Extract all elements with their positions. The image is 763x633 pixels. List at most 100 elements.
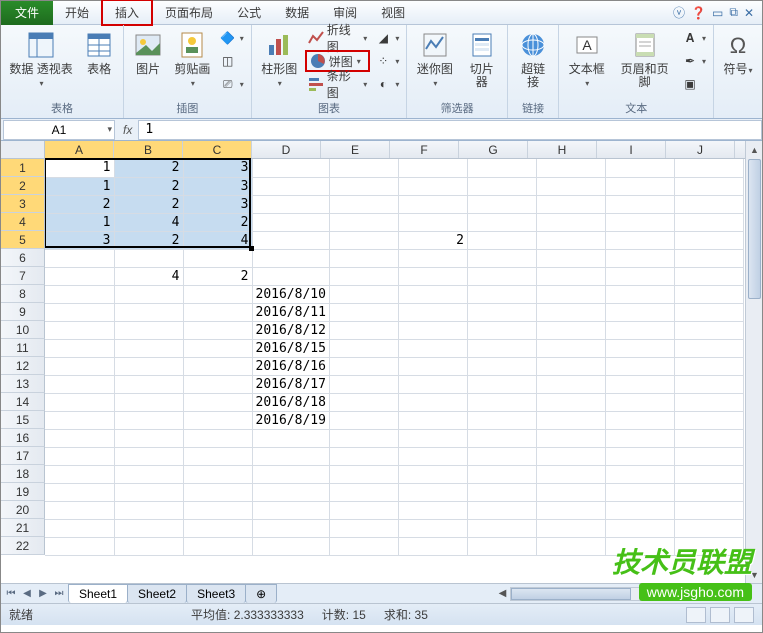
cell-I7[interactable] <box>605 267 674 285</box>
cell-I16[interactable] <box>605 429 674 447</box>
cell-I1[interactable] <box>605 159 674 177</box>
cell-B8[interactable] <box>114 285 183 303</box>
cell-I5[interactable] <box>605 231 674 249</box>
cell-B6[interactable] <box>114 249 183 267</box>
cell-H8[interactable] <box>536 285 605 303</box>
cell-H6[interactable] <box>536 249 605 267</box>
sheet-tab-2[interactable]: Sheet2 <box>127 584 187 603</box>
cell-G1[interactable] <box>467 159 536 177</box>
other-chart-button[interactable]: ◐▾ <box>372 73 402 95</box>
cell-A10[interactable] <box>45 321 114 339</box>
pivot-table-button[interactable]: 数据 透视表▾ <box>5 27 77 92</box>
cell-I3[interactable] <box>605 195 674 213</box>
minimize-ribbon-icon[interactable]: ⓥ <box>673 4 685 21</box>
tab-prev-icon[interactable]: ◀ <box>19 588 35 599</box>
scroll-up-icon[interactable]: ▲ <box>746 141 763 158</box>
cell-D20[interactable] <box>252 501 329 519</box>
cell-H12[interactable] <box>536 357 605 375</box>
cell-D16[interactable] <box>252 429 329 447</box>
col-header-G[interactable]: G <box>459 141 528 158</box>
cell-G7[interactable] <box>467 267 536 285</box>
cell-F1[interactable] <box>398 159 467 177</box>
cell-I14[interactable] <box>605 393 674 411</box>
cell-C14[interactable] <box>183 393 252 411</box>
cell-I13[interactable] <box>605 375 674 393</box>
cell-J18[interactable] <box>674 465 743 483</box>
cell-A6[interactable] <box>45 249 114 267</box>
cell-I20[interactable] <box>605 501 674 519</box>
view-layout-button[interactable] <box>710 607 730 623</box>
cell-D17[interactable] <box>252 447 329 465</box>
row-header-5[interactable]: 5 <box>1 231 45 249</box>
cell-D9[interactable]: 2016/8/11 <box>252 303 329 321</box>
cell-F14[interactable] <box>398 393 467 411</box>
hscroll-thumb[interactable] <box>511 588 631 600</box>
tab-next-icon[interactable]: ▶ <box>35 588 51 599</box>
row-header-1[interactable]: 1 <box>1 159 45 177</box>
cell-D10[interactable]: 2016/8/12 <box>252 321 329 339</box>
cell-A15[interactable] <box>45 411 114 429</box>
cell-A3[interactable]: 2 <box>45 195 114 213</box>
cell-G21[interactable] <box>467 519 536 537</box>
cell-C2[interactable]: 3 <box>183 177 252 195</box>
cell-I21[interactable] <box>605 519 674 537</box>
col-header-E[interactable]: E <box>321 141 390 158</box>
cell-C5[interactable]: 4 <box>183 231 252 249</box>
scroll-thumb[interactable] <box>748 159 761 299</box>
cell-E16[interactable] <box>329 429 398 447</box>
cell-E9[interactable] <box>329 303 398 321</box>
cell-A2[interactable]: 1 <box>45 177 114 195</box>
cell-J6[interactable] <box>674 249 743 267</box>
cell-D15[interactable]: 2016/8/19 <box>252 411 329 429</box>
cell-J10[interactable] <box>674 321 743 339</box>
column-chart-button[interactable]: 柱形图▾ <box>256 27 303 92</box>
cell-J2[interactable] <box>674 177 743 195</box>
cell-B11[interactable] <box>114 339 183 357</box>
vertical-scrollbar[interactable]: ▲ ▼ <box>745 141 762 583</box>
cell-E17[interactable] <box>329 447 398 465</box>
cell-E21[interactable] <box>329 519 398 537</box>
tab-insert[interactable]: 插入 <box>101 0 153 26</box>
cell-E15[interactable] <box>329 411 398 429</box>
cell-C12[interactable] <box>183 357 252 375</box>
textbox-button[interactable]: A 文本框▾ <box>563 27 610 92</box>
hyperlink-button[interactable]: 超链接 <box>512 27 554 91</box>
cell-J17[interactable] <box>674 447 743 465</box>
cell-C9[interactable] <box>183 303 252 321</box>
row-header-11[interactable]: 11 <box>1 339 45 357</box>
line-chart-button[interactable]: 折线图▾ <box>305 27 371 49</box>
cell-A13[interactable] <box>45 375 114 393</box>
cell-J16[interactable] <box>674 429 743 447</box>
cell-D6[interactable] <box>252 249 329 267</box>
cell-E18[interactable] <box>329 465 398 483</box>
view-pagebreak-button[interactable] <box>734 607 754 623</box>
cell-I9[interactable] <box>605 303 674 321</box>
select-all-corner[interactable] <box>1 141 45 159</box>
new-sheet-button[interactable]: ⊕ <box>245 584 277 603</box>
cell-B13[interactable] <box>114 375 183 393</box>
cell-B9[interactable] <box>114 303 183 321</box>
close-icon[interactable]: ✕ <box>744 6 754 20</box>
cell-B20[interactable] <box>114 501 183 519</box>
cell-I17[interactable] <box>605 447 674 465</box>
cell-B10[interactable] <box>114 321 183 339</box>
cell-E11[interactable] <box>329 339 398 357</box>
cell-H18[interactable] <box>536 465 605 483</box>
cell-C3[interactable]: 3 <box>183 195 252 213</box>
picture-button[interactable]: 图片 <box>128 27 168 78</box>
cell-J22[interactable] <box>674 537 743 555</box>
cell-C11[interactable] <box>183 339 252 357</box>
col-header-B[interactable]: B <box>114 141 183 158</box>
row-header-15[interactable]: 15 <box>1 411 45 429</box>
cell-A17[interactable] <box>45 447 114 465</box>
cell-I2[interactable] <box>605 177 674 195</box>
cell-J3[interactable] <box>674 195 743 213</box>
col-header-F[interactable]: F <box>390 141 459 158</box>
help-icon[interactable]: ❓ <box>691 6 706 20</box>
cell-I4[interactable] <box>605 213 674 231</box>
cell-A21[interactable] <box>45 519 114 537</box>
cell-G19[interactable] <box>467 483 536 501</box>
cell-A18[interactable] <box>45 465 114 483</box>
cell-H14[interactable] <box>536 393 605 411</box>
cell-J7[interactable] <box>674 267 743 285</box>
